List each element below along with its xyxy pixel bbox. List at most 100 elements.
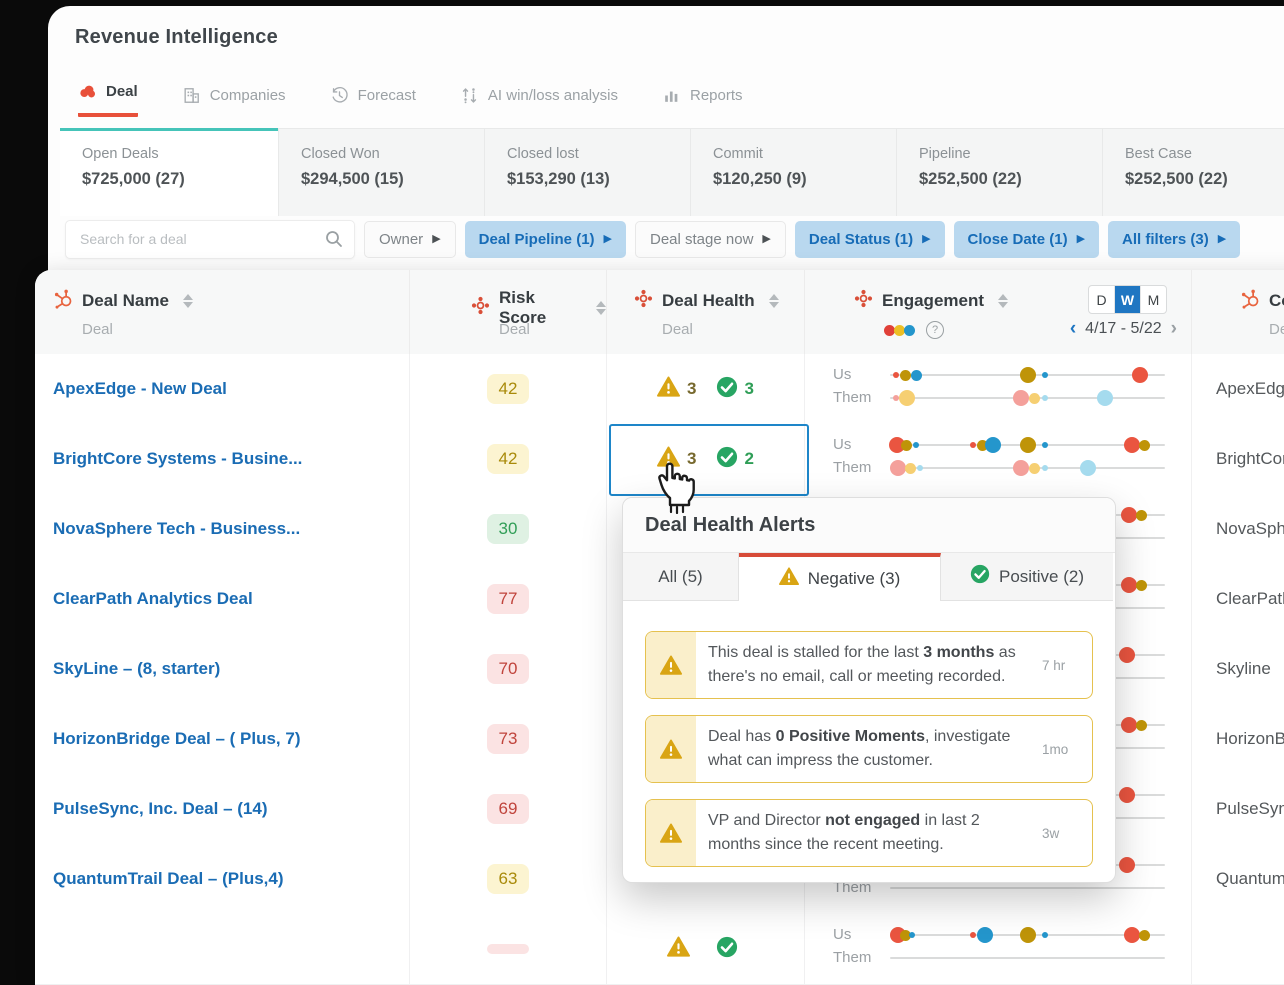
sort-control[interactable] [768,294,779,308]
ai-icon [460,86,479,105]
chevron-right-icon: ▶ [922,233,931,245]
deal-name-link[interactable]: SkyLine – (8, starter) [53,659,220,679]
risk-score-cell: 69 [410,774,607,844]
filter-bar: Owner▶Deal Pipeline (1)▶Deal stage now▶D… [65,220,1241,259]
engagement-dot-red [1121,717,1138,733]
engagement-cell: Us Them [805,354,1192,424]
prev-period-icon[interactable]: ‹ [1070,319,1076,338]
legend-dot [904,324,915,336]
summary-card-best-case[interactable]: Best Case $252,500 (22) [1102,128,1284,216]
engagement-dot-lblue [1042,465,1049,471]
next-period-icon[interactable]: › [1171,319,1177,338]
filter-chip-deal-stage-now[interactable]: Deal stage now ▶ [635,221,786,258]
chevron-right-icon: ▶ [603,233,612,245]
engagement-dot-red [1118,857,1135,873]
nav-tab-deal[interactable]: Deal [78,82,138,117]
summary-card-closed-lost[interactable]: Closed lost $153,290 (13) [484,128,690,216]
company-cell: ApexEdge [1192,354,1284,424]
engagement-dot-red [1118,787,1135,803]
score-icon [853,288,874,314]
engagement-dot-blue [910,369,922,381]
warning-icon [657,446,681,472]
column-subtitle: Deal [1269,321,1284,338]
popup-tabs: All (5) Negative (3) Positive (2) [623,553,1115,601]
period-option-d[interactable]: D [1089,286,1115,313]
risk-score-badge: 42 [487,444,529,474]
engagement-label-them: Them [833,389,872,406]
popup-alerts: This deal is stalled for the last 3 mont… [623,601,1115,867]
popup-tab-negative-3[interactable]: Negative (3) [739,553,941,601]
engagement-legend: ? [884,321,944,339]
warning-icon [646,632,696,698]
summary-card-commit[interactable]: Commit $120,250 (9) [690,128,896,216]
sort-control[interactable] [182,294,193,308]
engagement-label-us: Us [833,366,852,383]
engagement-dot-lblue [1080,460,1096,476]
risk-score-badge: 70 [487,654,529,684]
chevron-right-icon: ▶ [762,233,771,245]
deal-name-cell: PulseSync, Inc. Deal – (14) [35,774,410,844]
risk-score-badge: 30 [487,514,529,544]
engagement-dot-blue [1042,442,1049,448]
negative-count: 3 [687,379,697,398]
deal-name-link[interactable]: ApexEdge - New Deal [53,379,227,399]
company-cell: HorizonB [1192,704,1284,774]
summary-card-open-deals[interactable]: Open Deals $725,000 (27) [60,128,278,216]
engagement-label-them: Them [833,459,872,476]
risk-score-cell: 77 [410,564,607,634]
sort-control[interactable] [596,301,606,315]
deal-name-link[interactable]: BrightCore Systems - Busine... [53,449,302,469]
column-subtitle: Deal [82,321,113,338]
filter-chip-deal-status-1[interactable]: Deal Status (1) ▶ [794,221,945,258]
table-row: Us Them [35,914,1284,985]
engagement-dot-blue [985,437,1002,453]
check-icon [716,376,738,403]
deal-name-link[interactable]: HorizonBridge Deal – ( Plus, 7) [53,729,301,749]
deal-name-link[interactable]: QuantumTrail Deal – (Plus,4) [53,869,284,889]
popup-tab-positive-2[interactable]: Positive (2) [941,553,1113,601]
nav-tab-forecast[interactable]: Forecast [330,86,416,117]
filter-chip-close-date-1[interactable]: Close Date (1) ▶ [953,221,1100,258]
summary-card-pipeline[interactable]: Pipeline $252,500 (22) [896,128,1102,216]
positive-count: 2 [744,449,754,468]
filter-chip-owner[interactable]: Owner ▶ [364,221,456,258]
help-icon[interactable]: ? [926,321,944,339]
risk-score-cell: 70 [410,634,607,704]
deal-health-cell[interactable]: 32 [607,424,805,494]
column-header-deal-name: Deal Name Deal [35,270,410,354]
sort-control[interactable] [998,294,1009,308]
engagement-dot-yellow [1019,437,1036,453]
top-nav: Deal Companies Forecast AI win/loss analysi… [78,82,743,117]
engagement-dot-red [1132,367,1149,383]
positive-count: 3 [744,379,754,398]
deal-name-link[interactable]: ClearPath Analytics Deal [53,589,253,609]
summary-card-closed-won[interactable]: Closed Won $294,500 (15) [278,128,484,216]
nav-tab-ai-win-loss-analysis[interactable]: AI win/loss analysis [460,86,618,117]
column-subtitle: Deal [662,321,693,338]
risk-score-badge [487,944,529,954]
engagement-dot-blue [976,927,993,943]
column-subtitle: Deal [499,321,530,338]
engagement-dot-red [1118,647,1135,663]
filter-chip-all-filters-3[interactable]: All filters (3) ▶ [1108,221,1241,258]
nav-tab-reports[interactable]: Reports [662,86,743,117]
check-icon [716,446,738,473]
deal-search[interactable] [65,220,355,259]
companies-icon [182,86,201,105]
deal-health-cell[interactable] [607,914,805,984]
engagement-dot-yellow [1136,509,1148,521]
filter-chip-deal-pipeline-1[interactable]: Deal Pipeline (1) ▶ [464,221,626,258]
search-input[interactable] [66,221,330,256]
deal-name-link[interactable]: PulseSync, Inc. Deal – (14) [53,799,267,819]
engagement-dot-blue [1042,932,1049,938]
popup-tab-all-5[interactable]: All (5) [623,553,739,601]
period-option-w[interactable]: W [1115,286,1141,313]
warning-icon [646,800,696,866]
nav-tab-companies[interactable]: Companies [182,86,286,117]
deal-name-link[interactable]: NovaSphere Tech - Business... [53,519,300,539]
period-option-m[interactable]: M [1141,286,1166,313]
engagement-dot-yellow [1138,439,1150,451]
engagement-dot-blue [909,932,915,938]
engagement-dot-red [969,442,976,448]
deal-health-cell[interactable]: 33 [607,354,805,424]
